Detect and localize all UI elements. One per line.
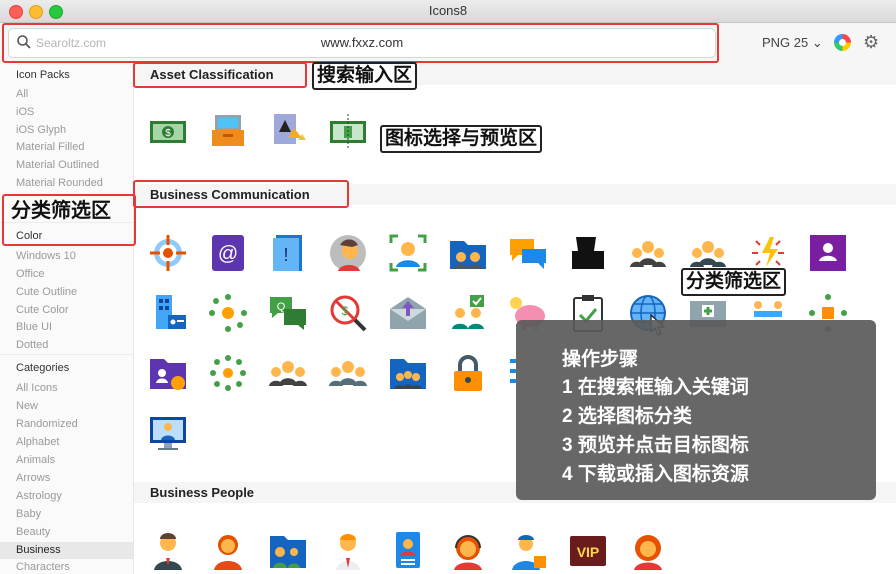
sidebar-item-business[interactable]: Business (0, 542, 133, 559)
step-3: 3 预览并点击目标图标 (562, 435, 749, 456)
steps-title: 操作步骤 (562, 349, 639, 370)
group-icon[interactable] (688, 233, 728, 273)
color-picker-icon[interactable] (834, 34, 851, 51)
brainstorm-icon[interactable] (748, 233, 788, 273)
gear-icon[interactable]: ⚙ (863, 32, 879, 53)
svg-text:VIP: VIP (577, 544, 600, 560)
steps-panel: 操作步骤 1 在搜索框输入关键词 2 选择图标分类 3 预览并点击目标图标 4 … (516, 320, 876, 500)
sidebar-divider (0, 354, 133, 355)
communication-title-highlight (133, 180, 349, 208)
window-title: Icons8 (428, 3, 468, 18)
sidebar: Icon Packs All iOS iOS Glyph Material Fi… (0, 64, 134, 574)
sidebar-item-material-outlined[interactable]: Material Outlined (16, 159, 99, 171)
profile-woman-icon[interactable] (328, 233, 368, 273)
sidebar-item-astrology[interactable]: Astrology (16, 490, 62, 502)
sidebar-item-all[interactable]: All (16, 88, 28, 100)
cash-icon[interactable] (328, 112, 368, 152)
svg-text:$: $ (342, 304, 349, 318)
sidebar-item-cute-color[interactable]: Cute Color (16, 304, 69, 316)
no-money-search-icon[interactable]: $ (328, 293, 368, 333)
chat-bubbles-icon[interactable] (508, 233, 548, 273)
family-folder-icon[interactable] (268, 530, 308, 570)
section-title-people: Business People (150, 485, 255, 500)
audience-icon[interactable] (268, 353, 308, 393)
asset-title-highlight (133, 62, 307, 88)
mail-upload-icon[interactable] (388, 293, 428, 333)
money-icon[interactable]: $ (148, 112, 188, 152)
filter-area-label-right: 分类筛选区 (681, 268, 787, 296)
sidebar-item-dotted[interactable]: Dotted (16, 339, 48, 351)
target-icon[interactable] (148, 233, 188, 273)
businesswoman-icon[interactable] (208, 530, 248, 570)
shared-folder-icon[interactable] (388, 353, 428, 393)
document-icon[interactable] (568, 233, 608, 273)
step-2: 2 选择图标分类 (562, 406, 692, 427)
building-badge-icon[interactable] (148, 293, 188, 333)
sidebar-item-office[interactable]: Office (16, 268, 45, 280)
id-badge-icon[interactable] (388, 530, 428, 570)
step-4: 4 下载或插入图标资源 (562, 464, 749, 485)
info-document-icon[interactable]: ! (268, 233, 308, 273)
sidebar-item-cute-outline[interactable]: Cute Outline (16, 286, 77, 298)
face-scan-icon[interactable] (388, 233, 428, 273)
sidebar-item-alphabet[interactable]: Alphabet (16, 436, 59, 448)
search-area-highlight (2, 23, 719, 63)
people-group-icon[interactable] (328, 353, 368, 393)
sidebar-item-animals[interactable]: Animals (16, 454, 55, 466)
svg-text:!: ! (283, 245, 288, 265)
sidebar-item-blue-ui[interactable]: Blue UI (16, 321, 52, 333)
sidebar-item-arrows[interactable]: Arrows (16, 472, 50, 484)
sidebar-heading-icon-packs: Icon Packs (16, 69, 70, 81)
archive-box-icon[interactable] (208, 110, 248, 150)
padlock-icon[interactable] (448, 353, 488, 393)
sidebar-item-beauty[interactable]: Beauty (16, 526, 50, 538)
svg-text:@: @ (218, 243, 238, 265)
sidebar-item-ios[interactable]: iOS (16, 106, 34, 118)
sidebar-item-all-icons[interactable]: All Icons (16, 382, 58, 394)
sidebar-item-randomized[interactable]: Randomized (16, 418, 78, 430)
sidebar-item-ios-glyph[interactable]: iOS Glyph (16, 124, 66, 136)
sidebar-heading-categories: Categories (16, 362, 70, 374)
gold-asset-icon[interactable] (268, 110, 308, 150)
businessman-icon[interactable] (148, 530, 188, 570)
svg-text:$: $ (165, 128, 171, 139)
manager-icon[interactable] (328, 530, 368, 570)
filter-area-label: 分类筛选区 (11, 200, 111, 222)
customer-support-icon[interactable] (628, 530, 668, 570)
sidebar-item-material-filled[interactable]: Material Filled (16, 141, 84, 153)
team-folder-icon[interactable] (448, 233, 488, 273)
vip-icon[interactable]: VIP (568, 530, 608, 570)
contact-folder-icon[interactable] (148, 353, 188, 393)
delivery-man-icon[interactable] (508, 530, 548, 570)
search-area-label: 搜索输入区 (312, 62, 418, 90)
sidebar-item-windows-10[interactable]: Windows 10 (16, 250, 76, 262)
network-icon[interactable] (208, 293, 248, 333)
support-agent-icon[interactable] (448, 530, 488, 570)
title-bar: Icons8 (0, 0, 896, 23)
sidebar-item-characters[interactable]: Characters (16, 561, 70, 573)
email-at-icon[interactable]: @ (208, 233, 248, 273)
sidebar-item-new[interactable]: New (16, 400, 38, 412)
contact-card-icon[interactable] (808, 233, 848, 273)
sidebar-item-material-rounded[interactable]: Material Rounded (16, 177, 103, 189)
approval-team-icon[interactable] (448, 293, 488, 333)
question-answer-icon[interactable]: Q (268, 293, 308, 333)
sidebar-item-baby[interactable]: Baby (16, 508, 41, 520)
preview-area-label: 图标选择与预览区 (380, 125, 543, 153)
team-icon[interactable] (628, 233, 668, 273)
format-dropdown[interactable]: PNG 25 ⌄ (762, 35, 823, 51)
video-conference-icon[interactable] (148, 413, 188, 453)
network-nodes-icon[interactable] (208, 353, 248, 393)
step-1: 1 在搜索框输入关键词 (562, 377, 749, 398)
